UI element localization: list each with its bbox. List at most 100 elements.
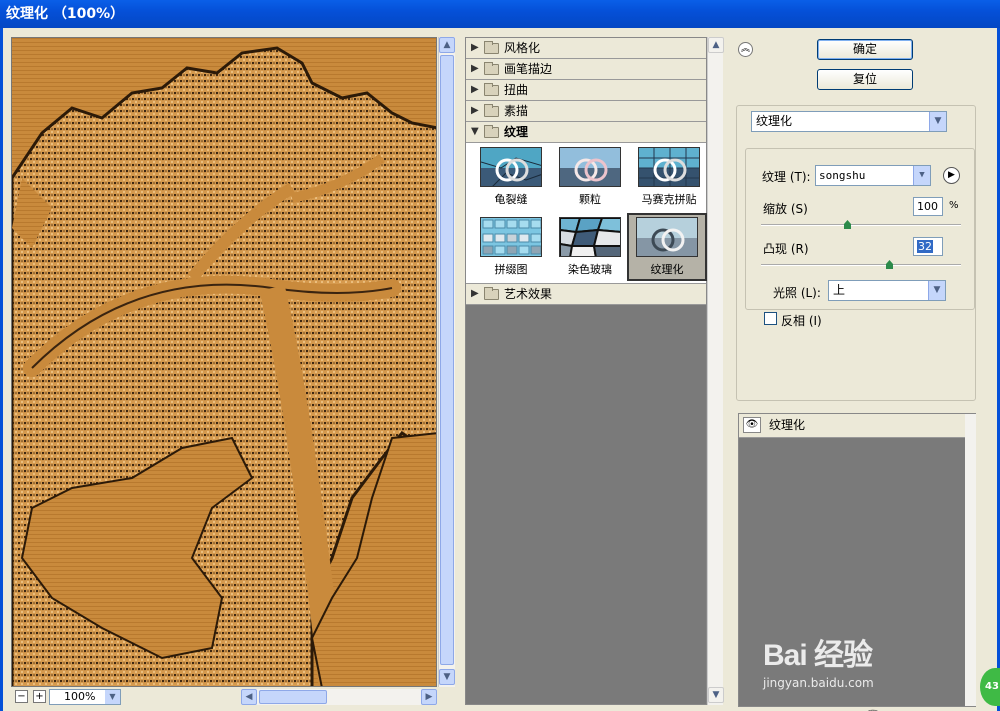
scaling-label: 缩放 (S) (763, 202, 808, 216)
invert-label: 反相 (I) (781, 314, 822, 328)
invert-checkbox[interactable] (764, 312, 777, 325)
category-sketch[interactable]: ▶ 素描 (466, 101, 706, 122)
scroll-down-icon[interactable]: ▼ (708, 687, 724, 703)
category-artistic[interactable]: ▶ 艺术效果 (466, 284, 706, 305)
filter-thumb-craquelure[interactable]: 龟裂缝 (471, 145, 551, 213)
scaling-input[interactable]: 100 (913, 197, 943, 216)
filter-thumb-texturizer[interactable]: 纹理化 (627, 213, 707, 281)
scroll-up-icon[interactable]: ▲ (439, 37, 455, 53)
filter-thumb-mosaic-tiles[interactable]: 马赛克拼贴 (629, 145, 709, 213)
filter-thumb-label: 龟裂缝 (494, 193, 528, 206)
filter-gallery-dialog: ▲ ▼ − + 100% ▼ ◀ ▶ ▶ 风格化 ▶ 画笔描边 ▶ 扭曲 ▶ 素… (0, 28, 1000, 711)
texture-menu-icon[interactable]: ▶ (943, 167, 960, 184)
category-label: 风格化 (504, 41, 541, 55)
scroll-up-icon[interactable]: ▲ (708, 37, 724, 53)
filter-select[interactable]: 纹理化 ▼ (751, 111, 947, 132)
category-label: 扭曲 (504, 83, 529, 97)
window-title: 纹理化 （100%） (0, 0, 1000, 28)
gallery-vertical-scrollbar[interactable]: ▲ ▼ (707, 37, 724, 705)
folder-icon (484, 287, 499, 300)
scaling-value: 100 (917, 200, 938, 213)
filter-category-list: ▶ 风格化 ▶ 画笔描边 ▶ 扭曲 ▶ 素描 ▼ 纹理 龟裂缝 颗粒 马赛克拼贴… (465, 37, 707, 705)
texture-filter-thumbnails: 龟裂缝 颗粒 马赛克拼贴 拼缀图 染色玻璃 纹理化 (466, 143, 709, 284)
category-label: 纹理 (504, 125, 529, 139)
thumbnail-image (480, 217, 542, 257)
zoom-in-button[interactable]: + (33, 690, 46, 703)
collapse-arrow-icon[interactable]: ▼ (471, 122, 479, 142)
scaling-unit: % (949, 200, 959, 211)
expand-arrow-icon[interactable]: ▶ (471, 80, 479, 100)
reset-button[interactable]: 复位 (817, 69, 913, 90)
category-label: 艺术效果 (504, 287, 553, 301)
scroll-right-icon[interactable]: ▶ (421, 689, 437, 705)
open-folder-icon (484, 125, 499, 138)
light-select[interactable]: 上 ▼ (828, 280, 946, 301)
scroll-left-icon[interactable]: ◀ (241, 689, 257, 705)
thumbnail-image (638, 147, 700, 187)
thumbnail-image (559, 147, 621, 187)
preview-vertical-scrollbar[interactable]: ▲ ▼ (438, 37, 455, 687)
preview-footer: − + 100% ▼ ◀ ▶ (11, 689, 455, 707)
light-label: 光照 (L): (773, 286, 821, 300)
thumbnail-image (480, 147, 542, 187)
filter-thumb-label: 马赛克拼贴 (641, 193, 697, 206)
scroll-down-icon[interactable]: ▼ (439, 669, 455, 685)
folder-icon (484, 104, 499, 117)
collapse-gallery-icon[interactable]: ︽ (738, 42, 753, 57)
zoom-select[interactable]: 100% ▼ (49, 689, 121, 705)
chevron-down-icon: ▼ (929, 112, 946, 131)
filter-thumb-label: 纹理化 (650, 263, 684, 276)
relief-input[interactable]: 32 (913, 237, 943, 256)
filter-thumb-label: 颗粒 (579, 193, 601, 206)
thumbnail-image (636, 217, 698, 257)
filter-thumb-grain[interactable]: 颗粒 (550, 145, 630, 213)
category-stylize[interactable]: ▶ 风格化 (466, 38, 706, 59)
filter-thumb-stained-glass[interactable]: 染色玻璃 (550, 215, 630, 283)
folder-icon (484, 41, 499, 54)
relief-value: 32 (917, 240, 933, 253)
expand-arrow-icon[interactable]: ▶ (471, 101, 479, 121)
category-label: 素描 (504, 104, 529, 118)
relief-slider[interactable] (761, 260, 961, 269)
preview-horizontal-scrollbar[interactable]: ◀ ▶ (241, 689, 437, 705)
watermark-logo: Bai 经验 (763, 639, 873, 672)
zoom-out-button[interactable]: − (15, 690, 28, 703)
chevron-down-icon: ▼ (913, 166, 930, 185)
layers-scrollbar[interactable] (965, 414, 976, 706)
folder-icon (484, 62, 499, 75)
texture-label: 纹理 (T): (762, 170, 811, 184)
light-value: 上 (833, 283, 846, 297)
filter-thumb-patchwork[interactable]: 拼缀图 (471, 215, 551, 283)
scaling-slider[interactable] (761, 220, 961, 229)
watermark: Bai 经验 jingyan.baidu.com (763, 630, 874, 690)
filter-select-value: 纹理化 (756, 114, 793, 128)
chevron-down-icon: ▼ (105, 690, 120, 704)
filter-thumb-label: 拼缀图 (494, 263, 528, 276)
relief-label: 凸现 (R) (763, 242, 809, 256)
preview-panel: ▲ ▼ − + 100% ▼ ◀ ▶ (11, 37, 455, 711)
expand-arrow-icon[interactable]: ▶ (471, 284, 479, 304)
chevron-down-icon: ▼ (928, 281, 945, 300)
thumbnail-image (559, 217, 621, 257)
zoom-value: 100% (64, 690, 96, 703)
effect-layer-texturizer[interactable]: 👁 纹理化 (739, 414, 965, 438)
expand-arrow-icon[interactable]: ▶ (471, 38, 479, 58)
category-label: 画笔描边 (504, 62, 553, 76)
preview-image[interactable] (11, 37, 437, 687)
filter-thumb-label: 染色玻璃 (568, 263, 612, 276)
expand-arrow-icon[interactable]: ▶ (471, 59, 479, 79)
filter-gallery: ▶ 风格化 ▶ 画笔描边 ▶ 扭曲 ▶ 素描 ▼ 纹理 龟裂缝 颗粒 马赛克拼贴… (465, 37, 724, 705)
category-distort[interactable]: ▶ 扭曲 (466, 80, 706, 101)
scroll-thumb[interactable] (259, 690, 327, 704)
filter-options-box: 纹理化 ▼ 纹理 (T): songshu ▼ ▶ 缩放 (S) 100 % 凸… (736, 105, 976, 401)
ok-button[interactable]: 确定 (817, 39, 913, 60)
category-texture[interactable]: ▼ 纹理 (466, 122, 706, 143)
texture-select[interactable]: songshu ▼ (815, 165, 931, 186)
category-brush-strokes[interactable]: ▶ 画笔描边 (466, 59, 706, 80)
settings-panel: ︽ 确定 复位 纹理化 ▼ 纹理 (T): songshu ▼ ▶ 缩放 (S)… (736, 37, 976, 711)
eye-icon[interactable]: 👁 (743, 417, 761, 433)
folder-icon (484, 83, 499, 96)
scroll-thumb[interactable] (440, 55, 454, 665)
watermark-url: jingyan.baidu.com (763, 676, 874, 690)
texture-value: songshu (819, 169, 866, 182)
